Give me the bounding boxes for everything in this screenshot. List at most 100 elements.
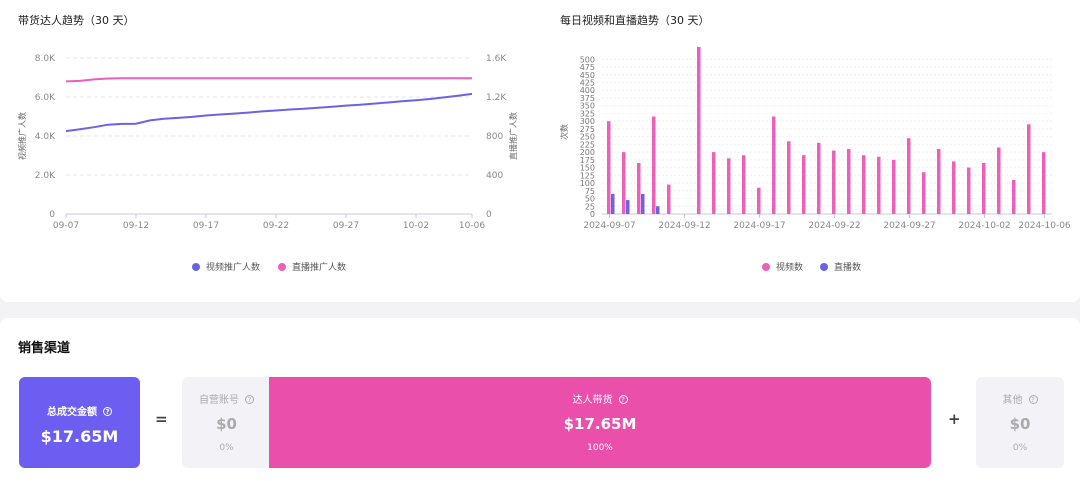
- video-count-bar: [1012, 179, 1016, 214]
- x-tick-label: 09-22: [263, 221, 289, 231]
- x-tick-label: 09-07: [53, 221, 79, 231]
- other-channel-label: 其他: [1002, 395, 1023, 406]
- x-tick-label: 2024-09-27: [883, 221, 935, 231]
- x-tick-label: 2024-10-06: [1018, 221, 1071, 231]
- creator-sales-value: $17.65M: [563, 415, 637, 433]
- video-count-bar: [862, 155, 866, 214]
- x-tick-label: 2024-09-12: [658, 221, 710, 231]
- video-count-bar: [877, 156, 881, 214]
- y-tick-label: 350: [580, 102, 595, 111]
- sales-channel-title: 销售渠道: [18, 341, 71, 356]
- video-count-bar: [952, 161, 956, 214]
- help-icon[interactable]: ?: [245, 395, 254, 404]
- total-gmv-label-row: 总成交金额?: [19, 403, 140, 418]
- video-count-bar: [997, 147, 1001, 214]
- video-promoters-line: [65, 92, 473, 133]
- x-tick-label: 10-06: [459, 221, 485, 231]
- legend-marker: [192, 263, 200, 271]
- y-tick-label: 200: [580, 148, 595, 157]
- live-count-bar: [656, 206, 660, 214]
- video-count-bar: [622, 152, 626, 214]
- y-axis-label-right: 直播推广人数: [508, 112, 518, 160]
- y-tick-label: 0: [590, 210, 595, 219]
- y-tick-left: 2.0K: [35, 171, 56, 181]
- y-tick-label: 450: [580, 71, 595, 80]
- video-count-bar: [712, 152, 716, 214]
- creator-sales-label: 达人带货: [572, 395, 613, 406]
- y-tick-label: 225: [580, 140, 595, 149]
- self-account-card: 自营账号? $0 0%: [182, 377, 271, 468]
- y-tick-label: 275: [580, 125, 595, 134]
- video-count-bar: [892, 159, 896, 214]
- video-count-bar: [982, 162, 986, 214]
- video-count-bar: [787, 141, 791, 214]
- y-tick-label: 125: [580, 171, 595, 180]
- video-count-bar: [727, 158, 731, 214]
- help-icon[interactable]: ?: [1028, 395, 1038, 404]
- legend-marker: [762, 263, 770, 271]
- video-count-bar: [772, 116, 776, 214]
- y-tick-label: 500: [580, 55, 595, 64]
- video-count-bar: [832, 150, 836, 214]
- y-tick-label: 300: [580, 117, 595, 126]
- x-tick-label: 09-17: [193, 221, 219, 231]
- y-tick-left: 0: [49, 210, 55, 220]
- video-count-bar: [907, 138, 911, 214]
- legend-label: 视频推广人数: [206, 261, 260, 273]
- creator-trend-chart: 0 0 2.0K 400 4.0K 800 6.0K 1.2K 8.0K 1.6K 09-07 09-…: [17, 54, 518, 273]
- y-tick-label: 425: [580, 78, 595, 87]
- total-gmv-label: 总成交金额: [47, 407, 97, 418]
- y-tick-label: 325: [580, 109, 595, 118]
- help-icon[interactable]: ?: [618, 395, 628, 404]
- video-count-bar: [937, 149, 941, 214]
- plus-sign: +: [948, 410, 961, 428]
- y-tick-left: 6.0K: [35, 93, 56, 103]
- video-count-bar: [607, 121, 611, 214]
- video-count-bar: [847, 149, 851, 214]
- legend-label: 直播数: [834, 261, 861, 273]
- live-count-bar: [641, 193, 645, 214]
- x-tick-label: 09-12: [123, 221, 149, 231]
- x-tick-label: 10-02: [403, 221, 429, 231]
- video-count-bar: [817, 142, 821, 214]
- other-channel-percent: 0%: [1012, 443, 1028, 453]
- x-tick-label: 2024-09-07: [583, 221, 635, 231]
- legend-label: 视频数: [776, 261, 803, 273]
- other-channel-label-row: 其他?: [976, 391, 1064, 406]
- video-count-bar: [742, 155, 746, 214]
- y-tick-right: 800: [486, 132, 503, 142]
- legend-label: 直播推广人数: [292, 261, 346, 273]
- creator-sales-card: 达人带货? $17.65M 100%: [269, 377, 931, 468]
- y-tick-label: 75: [585, 187, 595, 196]
- video-count-bar: [802, 155, 806, 214]
- y-tick-label: 50: [585, 195, 595, 204]
- help-icon[interactable]: ?: [103, 407, 112, 416]
- y-tick-left: 4.0K: [35, 132, 56, 142]
- x-tick-label: 2024-09-22: [808, 221, 860, 231]
- y-tick-right: 0: [486, 210, 492, 220]
- right-chart-title: 每日视频和直播趋势（30 天）: [560, 14, 710, 27]
- total-gmv-value: $17.65M: [40, 427, 119, 446]
- y-tick-right: 1.2K: [486, 93, 507, 103]
- video-count-bar: [967, 167, 971, 214]
- video-count-bar: [1042, 152, 1046, 214]
- creator-sales-label-row: 达人带货?: [269, 391, 931, 406]
- self-account-percent: 0%: [219, 443, 234, 453]
- legend-marker: [820, 263, 828, 271]
- daily-video-live-chart: 0255075100125150175200225250275300325350…: [559, 46, 1071, 273]
- other-channel-card: 其他? $0 0%: [976, 377, 1064, 468]
- other-channel-value: $0: [1009, 415, 1031, 433]
- y-tick-left: 8.0K: [35, 54, 56, 64]
- creator-sales-percent: 100%: [587, 443, 613, 453]
- video-count-bar: [922, 172, 926, 214]
- y-tick-label: 100: [580, 179, 595, 188]
- y-tick-label: 475: [580, 63, 595, 72]
- y-tick-label: 400: [580, 86, 595, 95]
- video-count-bar: [637, 162, 641, 214]
- self-account-value: $0: [216, 415, 237, 433]
- y-tick-right: 1.6K: [486, 54, 507, 64]
- video-count-bar: [757, 187, 761, 214]
- live-count-bar: [626, 200, 630, 214]
- y-tick-right: 400: [486, 171, 503, 181]
- x-tick-label: 09-27: [333, 221, 359, 231]
